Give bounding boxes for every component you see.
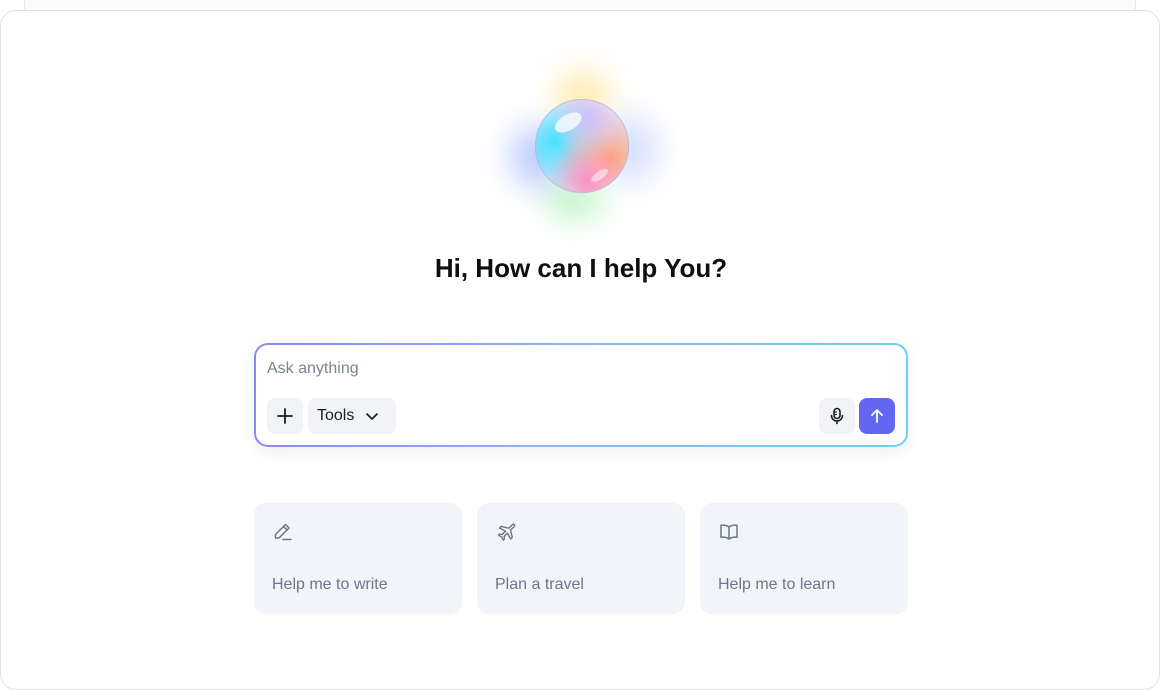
arrow-up-icon — [871, 409, 883, 423]
assistant-orb — [481, 65, 681, 235]
microphone-icon — [830, 407, 844, 425]
app-window: Hi, How can I help You? Tools — [0, 0, 1160, 690]
book-open-icon — [720, 524, 738, 540]
send-button[interactable] — [859, 398, 895, 434]
voice-input-button[interactable] — [819, 398, 855, 434]
suggestion-card-learn[interactable]: Help me to learn — [700, 503, 908, 614]
suggestion-card-write[interactable]: Help me to write — [254, 503, 462, 614]
assistant-panel: Hi, How can I help You? Tools — [0, 10, 1160, 690]
add-attachment-button[interactable] — [267, 398, 303, 434]
chevron-down-icon — [364, 408, 380, 424]
chat-composer-inner: Tools — [256, 345, 906, 445]
suggestion-label: Help me to write — [272, 576, 388, 593]
page-title: Hi, How can I help You? — [434, 253, 728, 283]
suggestion-label: Help me to learn — [718, 576, 836, 593]
orb-bubble-icon — [534, 98, 630, 194]
tools-dropdown[interactable]: Tools — [308, 398, 396, 434]
plus-icon — [277, 408, 293, 424]
chat-input[interactable] — [267, 357, 887, 381]
pencil-icon — [274, 523, 292, 541]
suggestion-label: Plan a travel — [495, 576, 584, 593]
chat-composer: Tools — [254, 343, 908, 447]
suggestion-card-travel[interactable]: Plan a travel — [477, 503, 685, 614]
tools-label: Tools — [317, 407, 355, 424]
airplane-icon — [497, 523, 516, 541]
